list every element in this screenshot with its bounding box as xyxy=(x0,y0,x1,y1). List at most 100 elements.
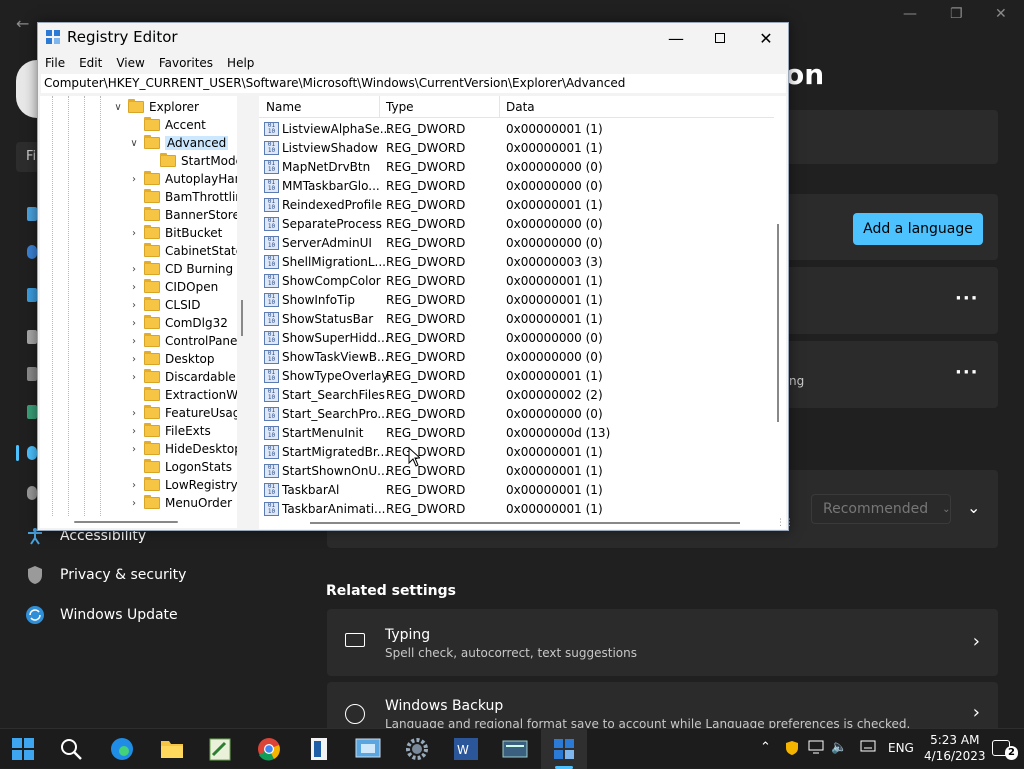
control-panel-icon[interactable] xyxy=(354,735,382,763)
table-row[interactable]: 01 10 MapNetDrvBtn REG_DWORD 0x00000000 (0) xyxy=(259,158,774,177)
chevron-down-icon[interactable]: ∨ xyxy=(112,102,124,113)
tree-node[interactable]: › Desktop xyxy=(128,350,215,368)
network-icon[interactable] xyxy=(27,288,37,302)
chevron-right-icon[interactable]: › xyxy=(128,354,140,365)
settings-minimize-icon[interactable]: — xyxy=(903,6,917,22)
tree-node[interactable]: BannerStore xyxy=(128,206,237,224)
settings-maximize-icon[interactable]: ❐ xyxy=(950,6,963,22)
display-icon[interactable] xyxy=(808,740,824,758)
chevron-right-icon[interactable]: › xyxy=(128,372,140,383)
chevron-right-icon[interactable]: › xyxy=(128,408,140,419)
scrollbar-thumb[interactable] xyxy=(310,522,740,524)
tree-node[interactable]: › AutoplayHand xyxy=(128,170,237,188)
key-tree[interactable]: ∨ Explorer Accent ∨ Advanced StartMode › Autopl… xyxy=(40,96,237,516)
settings-close-icon[interactable]: ✕ xyxy=(995,6,1007,22)
close-button[interactable]: ✕ xyxy=(751,26,781,50)
table-row[interactable]: 01 10 TaskbarAnimati... REG_DWORD 0x00000001… xyxy=(259,500,774,517)
accounts-icon[interactable] xyxy=(27,405,37,419)
clock[interactable]: 5:23 AM 4/16/2023 xyxy=(924,732,986,764)
tree-scrollbar-thumb[interactable] xyxy=(241,300,243,336)
more-options-icon[interactable]: ··· xyxy=(955,362,979,383)
table-row[interactable]: 01 10 StartMigratedBr... REG_DWORD 0x0000000… xyxy=(259,443,774,462)
chevron-right-icon[interactable]: › xyxy=(128,228,140,239)
table-row[interactable]: 01 10 SeparateProcess REG_DWORD 0x00000000 (… xyxy=(259,215,774,234)
word-icon[interactable]: W xyxy=(452,735,480,763)
minimize-button[interactable]: — xyxy=(661,26,691,50)
chevron-right-icon[interactable]: › xyxy=(128,264,140,275)
tree-node[interactable]: › CD Burning xyxy=(128,260,233,278)
menu-file[interactable]: File xyxy=(38,53,72,73)
pane-splitter[interactable] xyxy=(254,96,258,529)
list-horizontal-scrollbar[interactable] xyxy=(259,517,786,529)
tree-node[interactable]: StartMode xyxy=(144,152,237,170)
tree-node[interactable]: BamThrottling xyxy=(128,188,237,206)
tree-node[interactable]: Accent xyxy=(128,116,206,134)
chevron-right-icon[interactable]: › xyxy=(128,282,140,293)
nav-icon[interactable] xyxy=(27,207,37,221)
table-row[interactable]: 01 10 ShowInfoTip REG_DWORD 0x00000001 (1) xyxy=(259,291,774,310)
tree-node[interactable]: › LowRegistry xyxy=(128,476,237,494)
table-row[interactable]: 01 10 ShowTypeOverlay REG_DWORD 0x00000001 (… xyxy=(259,367,774,386)
keyboard-icon[interactable] xyxy=(860,740,876,756)
table-row[interactable]: 01 10 ShowStatusBar REG_DWORD 0x00000001 (1) xyxy=(259,310,774,329)
related-windows-backup[interactable]: Windows Backup Language and regional for… xyxy=(327,682,998,728)
title-bar[interactable]: Registry Editor — ✕ xyxy=(38,23,788,53)
tree-node[interactable]: › FeatureUsage xyxy=(128,404,237,422)
book-icon[interactable] xyxy=(305,735,333,763)
time-language-icon[interactable] xyxy=(27,446,37,460)
chevron-down-icon[interactable]: ∨ xyxy=(128,138,140,149)
edge-icon[interactable] xyxy=(108,735,136,763)
chevron-right-icon[interactable]: › xyxy=(128,426,140,437)
tree-node[interactable]: › CLSID xyxy=(128,296,200,314)
recommended-dropdown[interactable]: Recommended ⌄ xyxy=(811,494,951,524)
notepad-icon[interactable] xyxy=(206,735,234,763)
chevron-right-icon[interactable]: › xyxy=(128,480,140,491)
table-row[interactable]: 01 10 MMTaskbarGlo... REG_DWORD 0x00000000 (… xyxy=(259,177,774,196)
table-row[interactable]: 01 10 ListviewShadow REG_DWORD 0x00000001 (1… xyxy=(259,139,774,158)
language-indicator[interactable]: ENG xyxy=(888,741,914,755)
table-row[interactable]: 01 10 ListviewAlphaSe... REG_DWORD 0x0000000… xyxy=(259,120,774,139)
apps-icon[interactable] xyxy=(27,367,37,381)
column-header-data[interactable]: Data xyxy=(506,100,535,114)
expand-chevron-icon[interactable]: ⌄ xyxy=(967,498,980,517)
table-row[interactable]: 01 10 ReindexedProfile REG_DWORD 0x00000001 … xyxy=(259,196,774,215)
table-row[interactable]: 01 10 Start_SearchPro... REG_DWORD 0x0000000… xyxy=(259,405,774,424)
table-row[interactable]: 01 10 ShowCompColor REG_DWORD 0x00000001 (1) xyxy=(259,272,774,291)
search-box[interactable]: Fi xyxy=(16,142,37,172)
scrollbar-thumb[interactable] xyxy=(777,224,779,422)
tree-node[interactable]: › Discardable xyxy=(128,368,236,386)
tree-node[interactable]: CabinetState xyxy=(128,242,237,260)
list-vertical-scrollbar[interactable] xyxy=(778,96,786,517)
tree-node[interactable]: › MenuOrder xyxy=(128,494,232,512)
maximize-button[interactable] xyxy=(705,26,735,50)
table-row[interactable]: 01 10 StartMenuInit REG_DWORD 0x0000000d (13… xyxy=(259,424,774,443)
security-warning-icon[interactable] xyxy=(784,740,800,760)
tree-node[interactable]: LogonStats xyxy=(128,458,232,476)
column-divider[interactable] xyxy=(379,96,380,118)
settings-icon[interactable] xyxy=(403,735,431,763)
chevron-right-icon[interactable]: › xyxy=(128,300,140,311)
related-typing[interactable]: Typing Spell check, autocorrect, text su… xyxy=(327,609,998,676)
tree-node[interactable]: › ComDlg32 xyxy=(128,314,228,332)
tree-node[interactable]: ∨ Explorer xyxy=(112,98,199,116)
more-options-icon[interactable]: ··· xyxy=(955,288,979,309)
table-row[interactable]: 01 10 TaskbarAl REG_DWORD 0x00000001 (1) xyxy=(259,481,774,500)
file-explorer-icon[interactable] xyxy=(158,735,186,763)
chevron-right-icon[interactable]: › xyxy=(128,444,140,455)
chevron-right-icon[interactable]: › xyxy=(128,336,140,347)
tree-node[interactable]: ∨ Advanced xyxy=(128,134,229,152)
regedit-icon[interactable] xyxy=(550,735,578,763)
start-icon[interactable] xyxy=(9,735,37,763)
tree-node[interactable]: › FileExts xyxy=(128,422,211,440)
chevron-right-icon[interactable]: › xyxy=(128,318,140,329)
tree-node[interactable]: ExtractionWiza xyxy=(128,386,237,404)
menu-edit[interactable]: Edit xyxy=(72,53,109,73)
tree-node[interactable]: › ControlPanel xyxy=(128,332,237,350)
chevron-up-icon[interactable]: ⌃ xyxy=(760,740,771,755)
bluetooth-icon[interactable] xyxy=(27,245,37,259)
menu-favorites[interactable]: Favorites xyxy=(152,53,220,73)
table-row[interactable]: 01 10 ShellMigrationL... REG_DWORD 0x0000000… xyxy=(259,253,774,272)
column-header-type[interactable]: Type xyxy=(386,100,414,114)
tree-node[interactable]: › HideDesktopIc xyxy=(128,440,237,458)
table-row[interactable]: 01 10 StartShownOnU... REG_DWORD 0x00000001 … xyxy=(259,462,774,481)
